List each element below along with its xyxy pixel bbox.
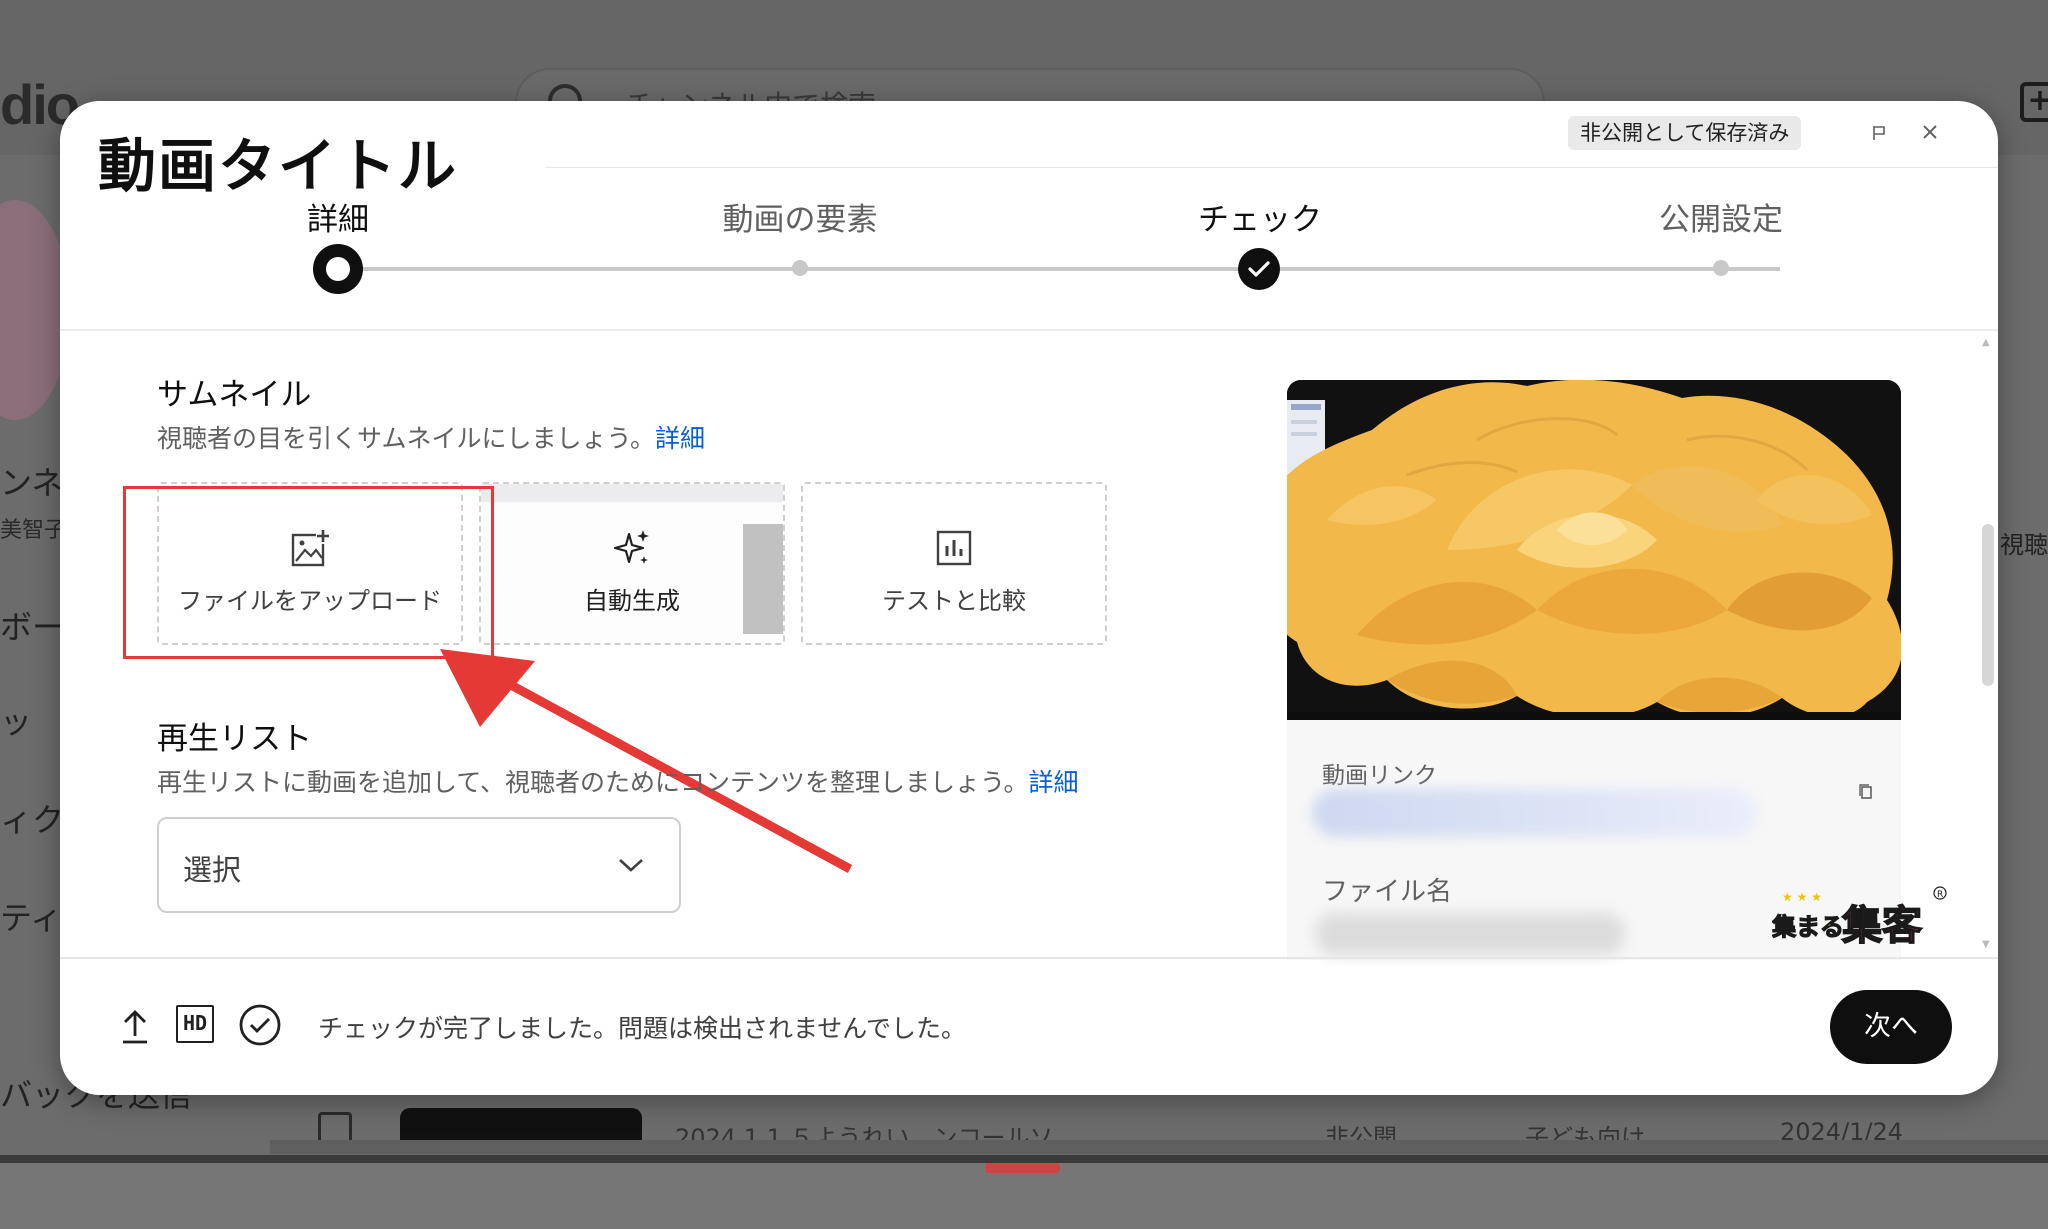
thumbnail-learn-more-link[interactable]: 詳細: [655, 424, 705, 453]
step-pending-indicator[interactable]: [1713, 260, 1729, 276]
background-taskbar-indicator: [985, 1163, 1060, 1173]
step-current-indicator[interactable]: [313, 244, 363, 294]
step-checks[interactable]: チェック: [1198, 194, 1322, 239]
brand-watermark-logo: ★ ★ ★ 集まる 集客 R: [1772, 886, 1947, 949]
annotation-highlight-box: [123, 486, 494, 659]
svg-text:集まる: 集まる: [1772, 913, 1844, 941]
playlist-section-description: 再生リストに動画を追加して、視聴者のためにコンテンツを整理しましょう。詳細: [157, 763, 1079, 799]
footer-divider: [60, 957, 1998, 959]
chevron-down-icon: [619, 859, 643, 872]
upload-dialog: 動画タイトル 非公開として保存済み 詳細 動画の要素 チェック 公開設定 サムネ…: [60, 101, 1998, 1095]
playlist-learn-more-link[interactable]: 詳細: [1029, 768, 1079, 797]
background-sidebar-text: ボー: [0, 608, 65, 646]
next-button[interactable]: 次へ: [1830, 990, 1952, 1064]
close-icon[interactable]: [1921, 123, 1939, 141]
playlist-section-title: 再生リスト: [157, 721, 312, 757]
feedback-flag-icon[interactable]: [1872, 125, 1886, 141]
auto-generate-label: 自動生成: [584, 587, 680, 615]
scroll-down-icon[interactable]: ▼: [1982, 939, 1990, 950]
file-name-label: ファイル名: [1322, 877, 1453, 907]
background-sidebar-text: ティ: [0, 899, 63, 937]
checkmark-icon: [1248, 261, 1270, 277]
svg-text:★ ★ ★: ★ ★ ★: [1782, 890, 1822, 904]
thumbnail-description-text: 視聴者の目を引くサムネイルにしましょう。: [157, 424, 656, 453]
playlist-select-value: 選択: [183, 853, 242, 887]
flower-thumbnail-image: [1287, 380, 1901, 720]
video-thumbnail-preview[interactable]: [1287, 380, 1901, 720]
vertical-scrollbar[interactable]: [1982, 524, 1994, 686]
upload-icon[interactable]: [117, 1006, 153, 1046]
background-sidebar-text: ッ: [0, 703, 33, 741]
header-divider: [545, 167, 1998, 168]
thumbnail-section-title: サムネイル: [157, 377, 312, 413]
check-status-text: チェックが完了しました。問題は検出されませんでした。: [318, 1014, 967, 1043]
background-column-header: 視聴: [2000, 531, 2048, 559]
background-sidebar-text: ィク: [0, 801, 65, 839]
stepper-divider: [60, 329, 1998, 331]
background-sidebar-text: 美智子: [0, 518, 67, 543]
thumbnail-section-description: 視聴者の目を引くサムネイルにしましょう。詳細: [157, 419, 705, 455]
file-name-value-blurred: [1315, 913, 1625, 955]
create-icon: +: [2020, 82, 2048, 122]
svg-text:集客: 集客: [1841, 903, 1922, 949]
copy-icon[interactable]: [1859, 784, 1873, 800]
playlist-select[interactable]: 選択: [157, 817, 681, 913]
step-done-indicator[interactable]: [1238, 248, 1280, 290]
step-pending-indicator[interactable]: [792, 260, 808, 276]
svg-text:R: R: [1937, 890, 1943, 900]
hd-icon[interactable]: HD: [176, 1005, 214, 1043]
step-visibility[interactable]: 公開設定: [1659, 194, 1783, 239]
saved-status-badge: 非公開として保存済み: [1568, 116, 1802, 150]
test-and-compare-button[interactable]: テストと比較: [801, 482, 1107, 645]
step-video-elements[interactable]: 動画の要素: [723, 194, 878, 239]
check-circle-icon[interactable]: [238, 1003, 282, 1047]
step-details[interactable]: 詳細: [307, 194, 369, 239]
playlist-description-text: 再生リストに動画を追加して、視聴者のためにコンテンツを整理しましょう。: [157, 768, 1029, 797]
sparkle-icon: [613, 530, 649, 564]
preview-progress-bar: [1287, 712, 1901, 720]
stepper-track: [338, 267, 1780, 271]
background-horizontal-scrollbar: [270, 1140, 2048, 1154]
test-and-compare-label: テストと比較: [882, 587, 1026, 615]
bar-chart-icon: [936, 530, 972, 566]
video-title: 動画タイトル: [98, 132, 459, 200]
video-link-label: 動画リンク: [1322, 763, 1437, 789]
video-link-value-blurred: [1312, 789, 1757, 837]
auto-generate-thumbnail-button[interactable]: 自動生成: [479, 482, 785, 645]
scroll-up-icon[interactable]: ▲: [1982, 337, 1990, 348]
